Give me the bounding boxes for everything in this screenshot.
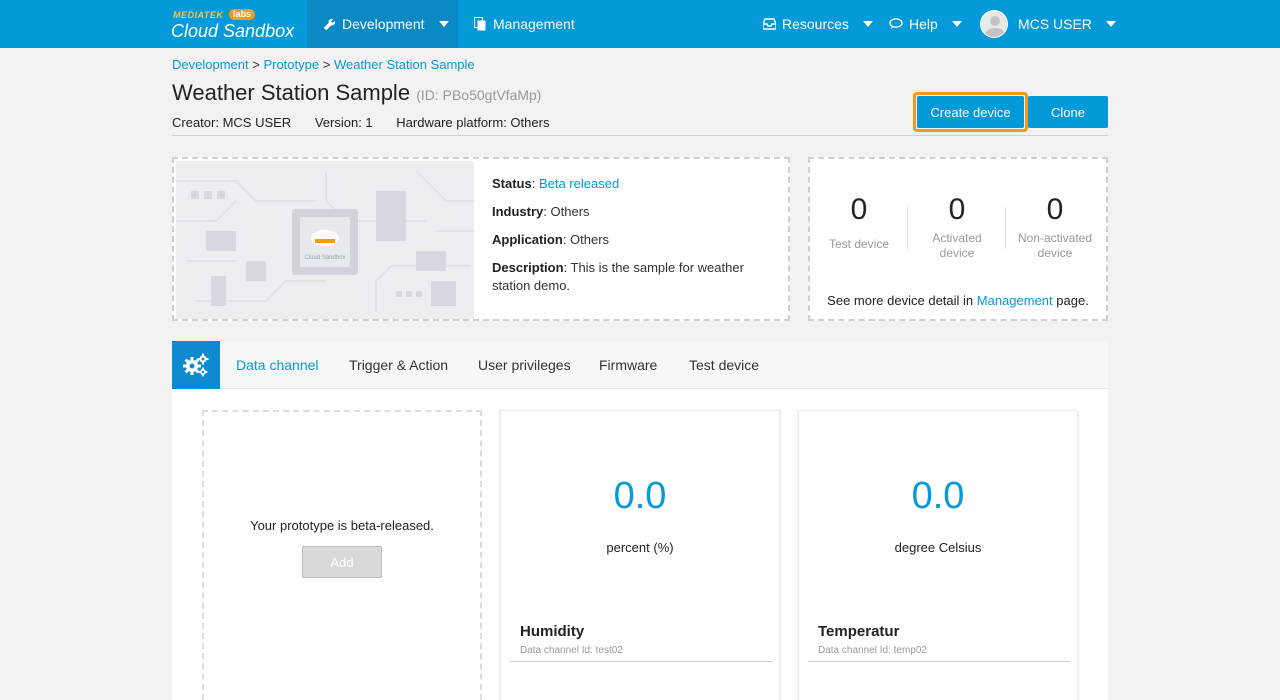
page-title: Weather Station Sample (ID: PBo50gtVfaMp…	[172, 80, 541, 106]
nav-management-label: Management	[493, 16, 575, 32]
prototype-name: Weather Station Sample	[172, 80, 411, 105]
breadcrumb-separator: >	[252, 57, 260, 72]
channel-card-humidity[interactable]: 0.0 percent (%) Humidity Data channel Id…	[500, 410, 780, 700]
channel-unit: percent (%)	[606, 540, 674, 555]
beta-released-message: Your prototype is beta-released.	[250, 518, 434, 533]
test-device-count: 0 Test device	[828, 193, 890, 251]
tab-data-channel[interactable]: Data channel	[236, 341, 319, 389]
meta-hardware: Hardware platform: Others	[396, 115, 550, 130]
top-navbar: MEDIATEK labs Cloud Sandbox Development …	[0, 0, 1280, 48]
breadcrumb-prototype[interactable]: Prototype	[263, 57, 319, 72]
status-row: Status: Beta released	[492, 176, 620, 191]
circuit-board-illustration: Cloud Sandbox	[176, 170, 474, 311]
tab-trigger-action[interactable]: Trigger & Action	[349, 341, 448, 389]
tab-test-device[interactable]: Test device	[689, 341, 759, 389]
documents-icon	[474, 17, 486, 31]
tab-firmware[interactable]: Firmware	[599, 341, 657, 389]
create-device-button[interactable]: Create device	[917, 96, 1024, 128]
non-activated-device-count: 0 Non-activated device	[1017, 193, 1093, 260]
chat-icon	[889, 18, 903, 29]
clone-button[interactable]: Clone	[1028, 96, 1108, 128]
chevron-down-icon	[951, 21, 962, 27]
brand-mediatek: MEDIATEK	[173, 10, 224, 20]
channel-name: Humidity	[520, 623, 585, 640]
prototype-tabs: Data channel Trigger & Action User privi…	[172, 341, 1108, 389]
wrench-icon	[323, 18, 336, 30]
prototype-meta: Creator: MCS USER Version: 1 Hardware pl…	[172, 115, 569, 130]
prototype-id: (ID: PBo50gtVfaMp)	[416, 87, 542, 103]
breadcrumb: Development > Prototype > Weather Statio…	[172, 57, 475, 72]
activated-device-count: 0 Activated device	[932, 193, 982, 260]
add-channel-card: Your prototype is beta-released. Add	[202, 410, 482, 700]
prototype-info-card: Cloud Sandbox Status: Beta released Indu…	[172, 157, 790, 321]
nav-resources[interactable]: Resources	[763, 0, 873, 48]
nav-resources-label: Resources	[782, 16, 849, 32]
nav-help[interactable]: Help	[889, 0, 962, 48]
industry-row: Industry: Others	[492, 204, 590, 219]
chevron-down-icon	[438, 21, 449, 27]
nav-help-label: Help	[909, 16, 938, 32]
application-row: Application: Others	[492, 232, 610, 247]
nav-user-menu[interactable]: MCS USER	[980, 0, 1116, 48]
nav-development-label: Development	[342, 16, 425, 32]
gears-icon	[172, 341, 220, 389]
channel-card-temperature[interactable]: 0.0 degree Celsius Temperatur Data chann…	[798, 410, 1078, 700]
meta-version: Version: 1	[314, 115, 373, 130]
meta-creator: Creator: MCS USER	[172, 115, 292, 130]
header-divider	[172, 135, 1108, 136]
channel-value: 0.0	[613, 475, 667, 517]
management-link[interactable]: Management	[977, 293, 1053, 308]
prototype-details: Status: Beta released Industry: Others A…	[492, 175, 772, 305]
channel-unit: degree Celsius	[894, 540, 982, 555]
channel-divider	[808, 661, 1070, 662]
channel-name: Temperatur	[818, 623, 900, 640]
breadcrumb-current[interactable]: Weather Station Sample	[334, 57, 475, 72]
tab-user-privileges[interactable]: User privileges	[478, 341, 571, 389]
channel-divider	[510, 661, 772, 662]
prototype-board-image: Cloud Sandbox	[176, 161, 474, 319]
nav-management[interactable]: Management	[474, 0, 575, 48]
description-row: Description: This is the sample for weat…	[492, 260, 744, 293]
brand-name: Cloud Sandbox	[171, 21, 295, 41]
add-channel-button[interactable]: Add	[302, 546, 382, 578]
chevron-down-icon	[862, 21, 873, 27]
chevron-down-icon	[1105, 21, 1116, 27]
board-caption: Cloud Sandbox	[304, 255, 345, 261]
avatar	[980, 10, 1008, 38]
nav-development[interactable]: Development	[307, 0, 458, 48]
breadcrumb-separator: >	[322, 57, 331, 72]
channel-value: 0.0	[911, 475, 965, 517]
brand-logo[interactable]: MEDIATEK labs Cloud Sandbox	[171, 8, 301, 42]
channel-id: Data channel Id: temp02	[818, 645, 927, 656]
nav-user-label: MCS USER	[1018, 16, 1092, 32]
device-count-card: 0 Test device 0 Activated device 0 Non-a…	[808, 157, 1108, 321]
breadcrumb-development[interactable]: Development	[172, 57, 249, 72]
status-badge: Beta released	[538, 176, 620, 191]
management-hint: See more device detail in Management pag…	[827, 293, 1089, 308]
brand-labs: labs	[229, 9, 256, 20]
channel-id: Data channel Id: test02	[520, 645, 623, 656]
inbox-icon	[763, 18, 776, 30]
